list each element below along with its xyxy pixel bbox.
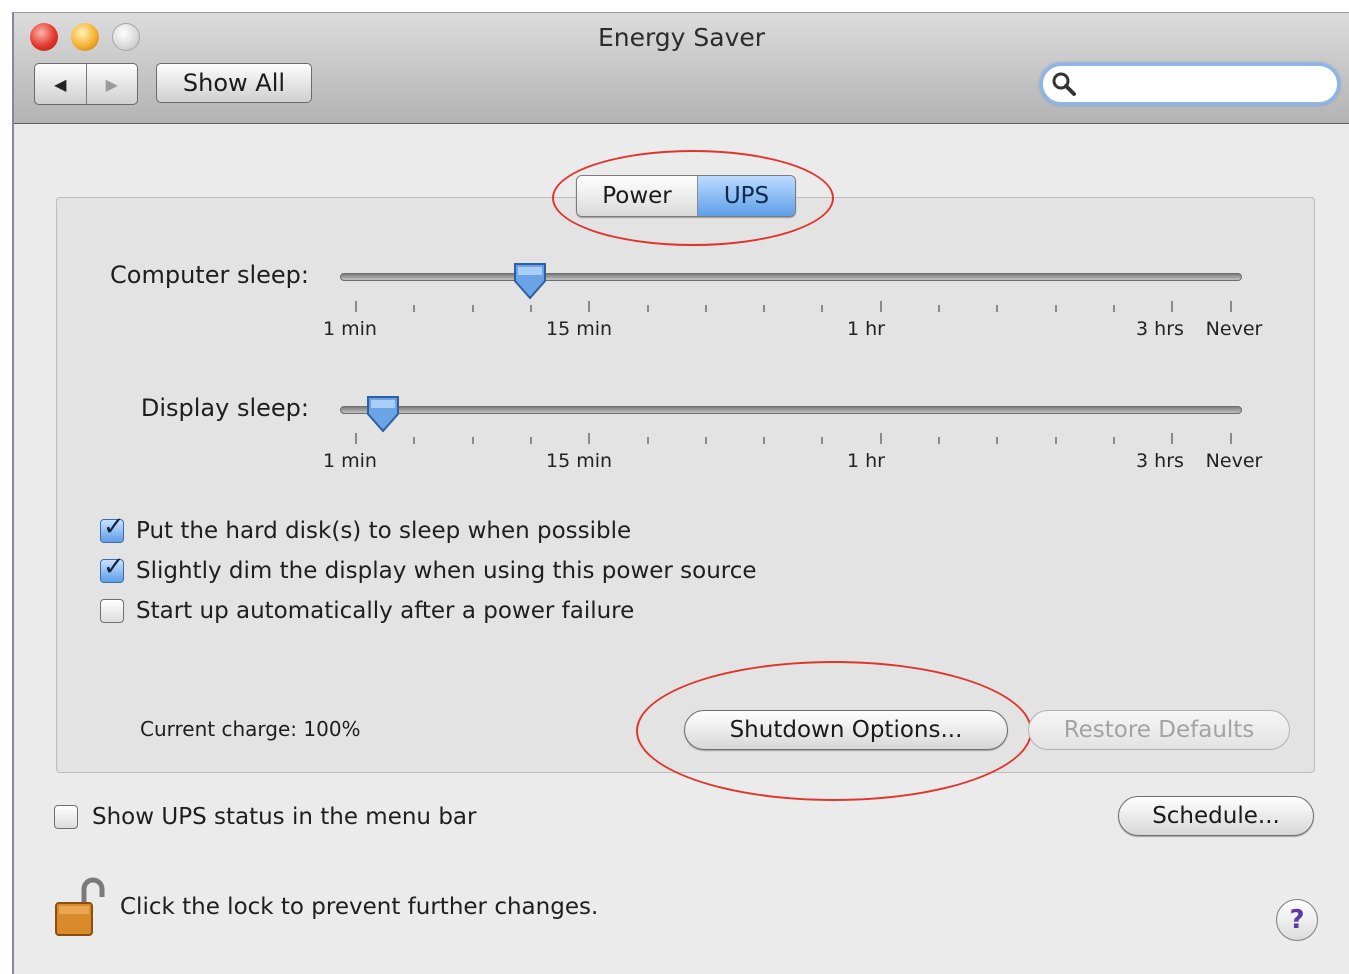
current-charge-status: Current charge: 100% [140,717,361,741]
unlocked-padlock-icon[interactable] [54,875,108,939]
hard-disk-sleep-label: Put the hard disk(s) to sleep when possi… [136,518,632,544]
slider-tick-mark [530,305,532,312]
menu-bar-status-checkbox[interactable] [54,805,78,829]
display-sleep-tick-label: 1 hr [847,450,885,472]
slider-tick-mark [938,437,940,444]
slider-tick-mark [588,433,590,444]
display-sleep-tick-label: 15 min [545,450,613,472]
slider-tick-mark [647,437,649,444]
dim-display-label: Slightly dim the display when using this… [136,558,757,584]
help-button[interactable]: ? [1276,899,1318,941]
computer-sleep-tick-label: 3 hrs [1136,318,1184,340]
display-sleep-slider[interactable] [340,406,1242,414]
display-sleep-tick-label: 1 min [323,450,377,472]
display-sleep-tick-label: Never [1205,450,1263,472]
search-field[interactable] [1040,63,1340,105]
dim-display-option[interactable]: ✓ Slightly dim the display when using th… [100,554,757,587]
menu-bar-status-label: Show UPS status in the menu bar [92,804,477,830]
show-all-button[interactable]: Show All [156,63,312,103]
slider-tick-mark [1230,433,1232,444]
slider-tick-mark [1230,301,1232,312]
slider-tick-mark [647,305,649,312]
computer-sleep-tick-label: 15 min [545,318,613,340]
slider-tick-mark [355,301,357,312]
display-sleep-slider-thumb[interactable] [365,394,401,434]
checkmark-icon: ✓ [103,512,125,542]
slider-tick-mark [1113,437,1115,444]
slider-tick-mark [763,305,765,312]
back-button[interactable]: ◀ [35,64,87,104]
hard-disk-sleep-option[interactable]: ✓ Put the hard disk(s) to sleep when pos… [100,514,632,547]
slider-tick-mark [821,305,823,312]
slider-tick-mark [472,437,474,444]
forward-button[interactable]: ▶ [87,64,138,104]
title-bar: Energy Saver ◀ ▶ Show All [14,13,1349,124]
display-sleep-tick-label: 3 hrs [1136,450,1184,472]
checkmark-icon: ✓ [103,552,125,582]
slider-tick-mark [705,437,707,444]
slider-tick-mark [1171,433,1173,444]
slider-tick-mark [880,433,882,444]
dim-display-checkbox[interactable]: ✓ [100,554,125,583]
slider-tick-mark [1055,305,1057,312]
slider-tick-mark [996,437,998,444]
computer-sleep-tick-label: 1 hr [847,318,885,340]
slider-tick-mark [413,437,415,444]
slider-tick-mark [821,437,823,444]
slider-tick-mark [880,301,882,312]
search-icon [1052,72,1076,96]
computer-sleep-slider[interactable] [340,273,1242,281]
menu-bar-status-option[interactable]: Show UPS status in the menu bar [54,801,476,833]
lock-row: Click the lock to prevent further change… [54,875,598,939]
slider-tick-mark [588,301,590,312]
auto-startup-label: Start up automatically after a power fai… [136,598,635,624]
slider-tick-mark [355,433,357,444]
hard-disk-sleep-checkbox[interactable]: ✓ [100,514,125,543]
energy-saver-window: Energy Saver ◀ ▶ Show All Power UPS Comp… [12,12,1349,974]
lock-message: Click the lock to prevent further change… [120,894,599,920]
computer-sleep-tick-label: 1 min [323,318,377,340]
computer-sleep-tick-label: Never [1205,318,1263,340]
auto-startup-checkbox[interactable] [100,599,124,623]
computer-sleep-label: Computer sleep: [110,261,309,289]
restore-defaults-button[interactable]: Restore Defaults [1028,710,1290,750]
slider-tick-mark [763,437,765,444]
slider-tick-mark [1171,301,1173,312]
slider-tick-mark [938,305,940,312]
annotation-circle-tabs [552,150,834,246]
back-forward-group: ◀ ▶ [34,63,138,105]
annotation-circle-shutdown [636,661,1032,801]
slider-tick-mark [996,305,998,312]
search-input[interactable] [1083,70,1327,98]
slider-tick-mark [1113,305,1115,312]
auto-startup-option[interactable]: Start up automatically after a power fai… [100,595,634,627]
slider-tick-mark [705,305,707,312]
slider-tick-mark [530,437,532,444]
display-sleep-label: Display sleep: [140,394,309,422]
slider-tick-mark [472,305,474,312]
computer-sleep-slider-thumb[interactable] [512,261,548,301]
slider-tick-mark [413,305,415,312]
schedule-button[interactable]: Schedule... [1118,796,1314,836]
window-title: Energy Saver [597,23,766,52]
slider-tick-mark [1055,437,1057,444]
